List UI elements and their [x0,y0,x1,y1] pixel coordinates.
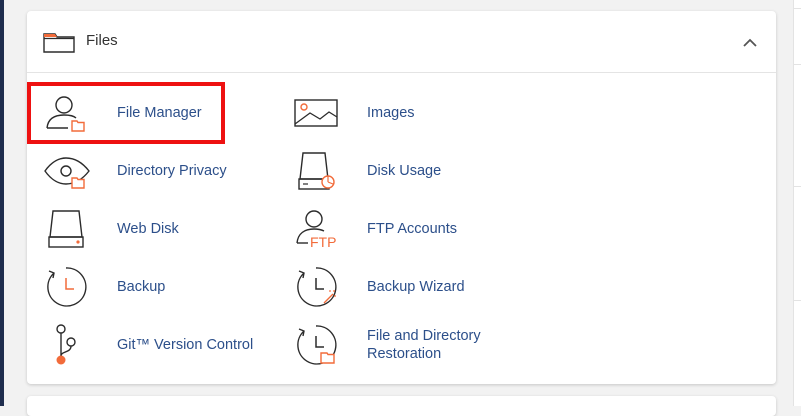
backup-wizard-link[interactable]: Backup Wizard [294,265,465,309]
item-label: Disk Usage [367,163,442,179]
images-icon [294,91,342,135]
images-link[interactable]: Images [294,91,415,135]
item-label: Backup Wizard [367,279,465,295]
disk-usage-icon [294,149,342,193]
ftp-accounts-icon: FTP [294,207,342,251]
item-label: File Manager [117,105,202,121]
item-label: Web Disk [117,221,179,237]
right-column-edge [793,0,801,406]
left-nav-rail [0,0,4,406]
files-panel-header[interactable]: Files [27,11,776,73]
item-label: Images [367,105,415,121]
git-version-control-icon [44,323,92,367]
item-label: Directory Privacy [117,163,227,179]
disk-usage-link[interactable]: Disk Usage [294,149,441,193]
file-restoration-icon [294,323,342,367]
backup-icon [44,265,92,309]
directory-privacy-link[interactable]: Directory Privacy [44,149,227,193]
ftp-accounts-link[interactable]: FTP FTP Accounts [294,207,457,251]
file-manager-link[interactable]: File Manager [44,91,202,135]
web-disk-icon [44,207,92,251]
item-label: Backup [117,279,166,295]
backup-link[interactable]: Backup [44,265,165,309]
item-label: Git™ Version Control [117,337,254,353]
directory-privacy-icon [44,149,92,193]
section-title: Files [86,32,118,49]
git-version-control-link[interactable]: Git™ Version Control [44,323,253,367]
item-label: FTP Accounts [367,221,457,237]
backup-wizard-icon [294,265,342,309]
file-restoration-link[interactable]: File and Directory Restoration [294,323,481,367]
next-panel-edge [27,396,776,416]
file-manager-icon [44,91,92,135]
folder-icon [43,31,75,53]
web-disk-link[interactable]: Web Disk [44,207,179,251]
ftp-icon-text: FTP [310,234,336,250]
chevron-up-icon[interactable] [738,31,762,55]
item-label: File and Directory Restoration [367,328,481,362]
